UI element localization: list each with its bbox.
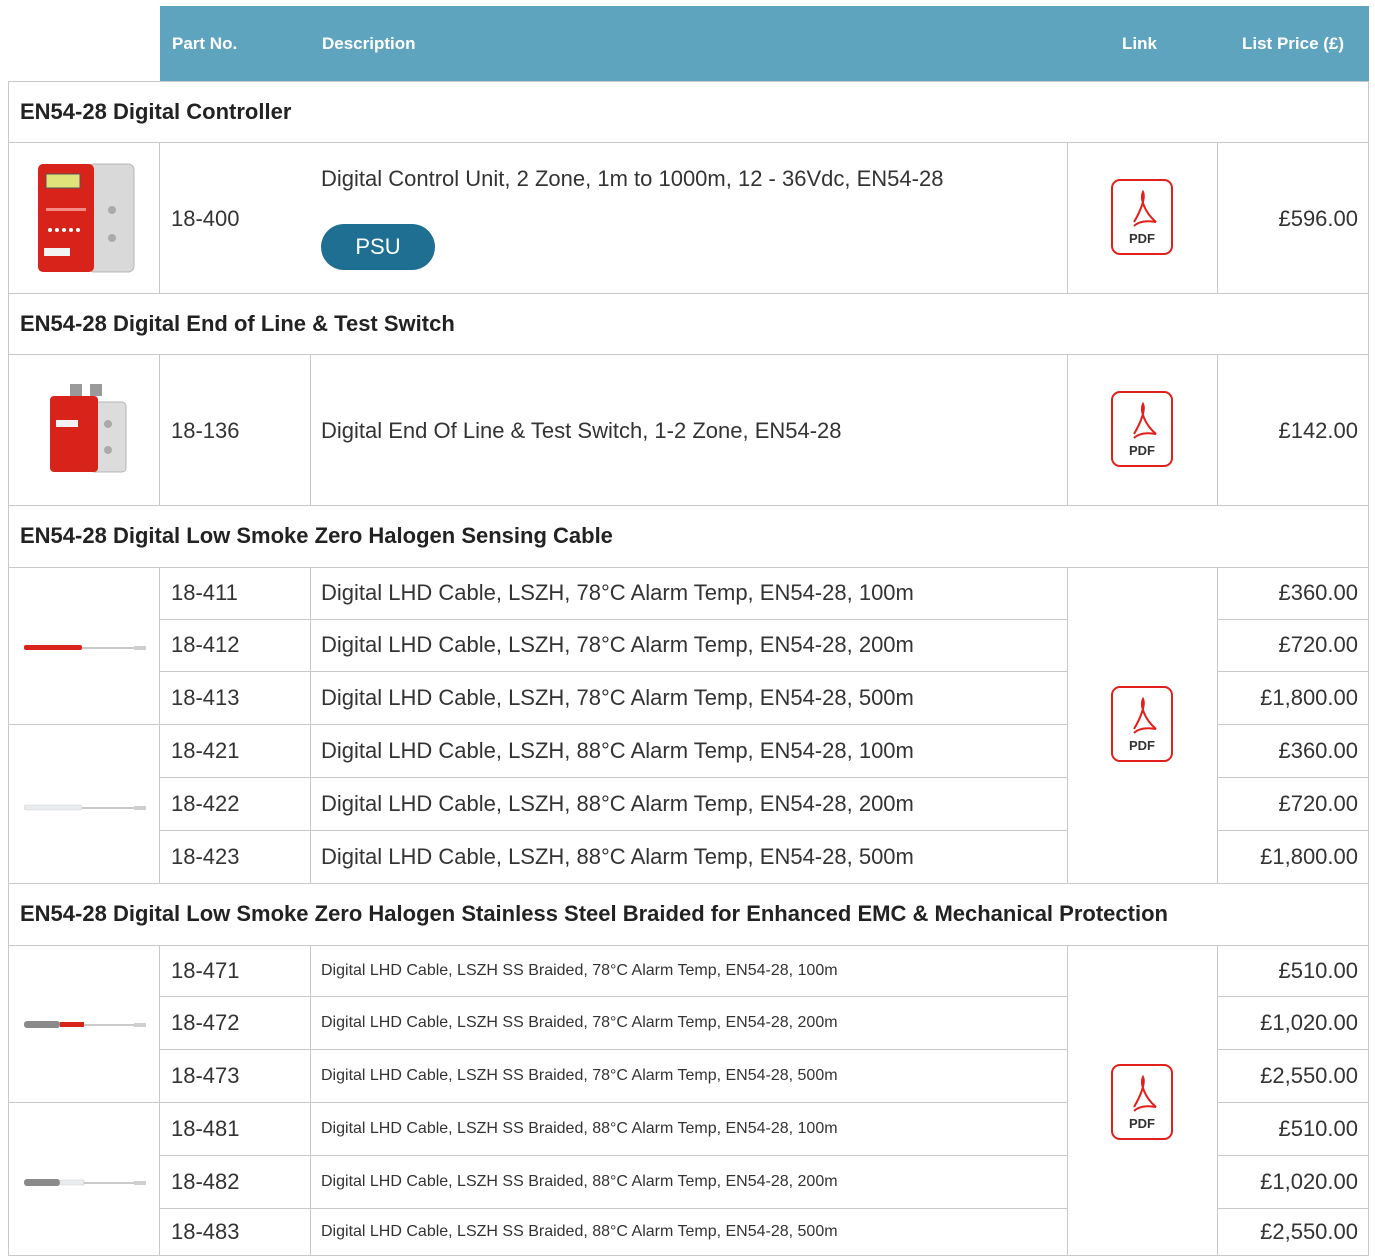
description: Digital LHD Cable, LSZH, 78°C Alarm Temp… (321, 684, 914, 710)
section-title-controller: EN54-28 Digital Controller (20, 98, 292, 124)
price: £510.00 (1278, 957, 1358, 983)
description: Digital End Of Line & Test Switch, 1-2 Z… (321, 418, 842, 443)
part-number: 18-483 (171, 1218, 240, 1244)
part-number: 18-400 (171, 206, 240, 231)
description: Digital LHD Cable, LSZH SS Braided, 88°C… (321, 1222, 838, 1240)
price: £1,800.00 (1260, 684, 1358, 710)
description: Digital LHD Cable, LSZH SS Braided, 88°C… (321, 1119, 838, 1137)
description: Digital LHD Cable, LSZH SS Braided, 88°C… (321, 1172, 838, 1190)
description: Digital LHD Cable, LSZH, 78°C Alarm Temp… (321, 580, 914, 605)
header-link: Link (1122, 33, 1157, 53)
price: £360.00 (1278, 737, 1358, 763)
price: £510.00 (1278, 1115, 1358, 1141)
section-title-end-of-line: EN54-28 Digital End of Line & Test Switc… (20, 310, 455, 336)
product-image-braided-white-cable (24, 1176, 146, 1188)
section-title-lszh-cable: EN54-28 Digital Low Smoke Zero Halogen S… (20, 523, 613, 548)
pdf-icon[interactable]: PDF (1110, 685, 1174, 763)
description: Digital LHD Cable, LSZH SS Braided, 78°C… (321, 961, 838, 979)
part-number: 18-422 (171, 790, 240, 816)
description: Digital Control Unit, 2 Zone, 1m to 1000… (321, 166, 944, 191)
price: £360.00 (1278, 580, 1358, 605)
part-number: 18-421 (171, 737, 240, 763)
part-number: 18-482 (171, 1168, 240, 1194)
pdf-label: PDF (1129, 1116, 1155, 1131)
part-number: 18-423 (171, 843, 240, 869)
pdf-label: PDF (1129, 231, 1155, 246)
product-image-braided-red-cable (24, 1018, 146, 1030)
header-description: Description (322, 33, 416, 53)
pdf-label: PDF (1129, 443, 1155, 458)
part-number: 18-411 (171, 580, 238, 605)
section-title-ss-braided: EN54-28 Digital Low Smoke Zero Halogen S… (20, 901, 1168, 926)
part-number: 18-471 (171, 957, 240, 983)
pdf-label: PDF (1129, 738, 1155, 753)
product-image-white-cable (23, 800, 146, 811)
part-number: 18-413 (171, 684, 240, 710)
price: £142.00 (1278, 418, 1358, 443)
price: £1,800.00 (1260, 843, 1358, 869)
product-image-control-unit (30, 160, 138, 278)
pdf-icon[interactable]: PDF (1110, 178, 1174, 256)
part-number: 18-136 (171, 418, 240, 443)
part-number: 18-481 (171, 1115, 240, 1141)
part-number: 18-472 (171, 1009, 240, 1035)
psu-button[interactable]: PSU (321, 224, 435, 270)
price: £596.00 (1278, 206, 1358, 231)
header-part-no: Part No. (172, 33, 238, 53)
price: £720.00 (1278, 632, 1358, 657)
pdf-icon[interactable]: PDF (1110, 1063, 1174, 1141)
price: £1,020.00 (1260, 1168, 1358, 1194)
pdf-icon[interactable]: PDF (1110, 390, 1174, 468)
part-number: 18-412 (171, 632, 240, 657)
price: £720.00 (1278, 790, 1358, 816)
description: Digital LHD Cable, LSZH, 88°C Alarm Temp… (321, 790, 914, 816)
description: Digital LHD Cable, LSZH, 78°C Alarm Temp… (321, 632, 914, 657)
price: £2,550.00 (1260, 1062, 1358, 1088)
description: Digital LHD Cable, LSZH SS Braided, 78°C… (321, 1013, 838, 1031)
product-image-red-cable (24, 640, 146, 650)
description: Digital LHD Cable, LSZH, 88°C Alarm Temp… (321, 843, 914, 869)
description: Digital LHD Cable, LSZH SS Braided, 78°C… (321, 1066, 838, 1084)
header-list-price: List Price (£) (1242, 33, 1345, 53)
part-number: 18-473 (171, 1062, 240, 1088)
product-image-end-of-line (40, 380, 130, 476)
description: Digital LHD Cable, LSZH, 88°C Alarm Temp… (321, 737, 914, 763)
price: £2,550.00 (1260, 1218, 1358, 1244)
price: £1,020.00 (1260, 1009, 1358, 1035)
